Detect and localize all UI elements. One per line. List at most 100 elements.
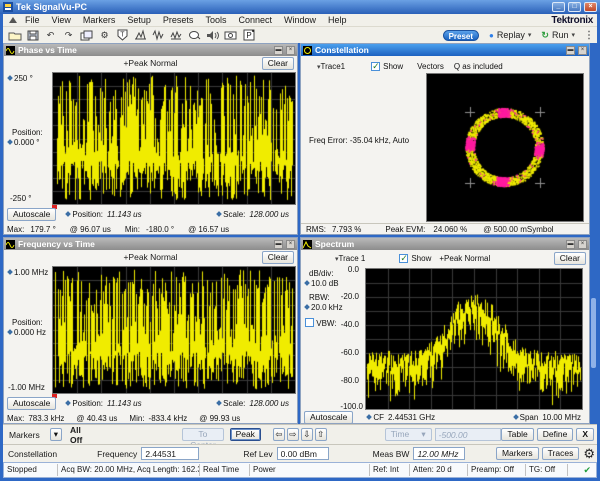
marker-preset-icon[interactable]: P xyxy=(240,28,257,42)
next-peak-right-button[interactable]: ⇨ xyxy=(287,428,299,441)
marker-position-input[interactable]: -500.00 mSymbol xyxy=(435,428,502,441)
traces-panel-button[interactable]: Traces xyxy=(542,447,580,460)
constellation-plot[interactable] xyxy=(426,73,584,222)
phase-autoscale-button[interactable]: Autoscale xyxy=(7,208,56,221)
frequency-autoscale-button[interactable]: Autoscale xyxy=(7,397,56,410)
spectrum-show-checkbox[interactable] xyxy=(399,254,408,263)
table-button[interactable]: Table xyxy=(501,428,533,441)
replay-dropdown-icon[interactable]: ▾ xyxy=(528,31,532,39)
system-menu-icon[interactable] xyxy=(9,17,17,23)
rms-label: RMS: xyxy=(306,225,326,234)
run-dropdown-icon[interactable]: ▾ xyxy=(571,31,575,39)
toolbar: ↶ ↷ ⚙ T P Preset ● Replay ▾ ↻ Run ▾ ⋮ xyxy=(3,27,597,43)
meas-bw-input[interactable]: 12.00 MHz xyxy=(413,447,465,460)
audio-icon[interactable] xyxy=(204,28,221,42)
spectrum-plot[interactable] xyxy=(365,268,583,410)
constellation-vectors-label[interactable]: Vectors xyxy=(417,62,444,71)
spectrum-header: ▾ Trace 1 Show +Peak Normal Clear xyxy=(301,252,589,265)
spectrum-cf-value[interactable]: 2.44531 GHz xyxy=(388,413,435,422)
spectrum-autoscale-button[interactable]: Autoscale xyxy=(304,411,353,424)
menu-connect[interactable]: Connect xyxy=(232,15,278,25)
frequency-panel-titlebar[interactable]: Frequency vs Time ▬ × xyxy=(4,238,297,250)
menu-window[interactable]: Window xyxy=(278,15,322,25)
settings-gear-icon-bottom[interactable]: ⚙ xyxy=(583,447,595,460)
trigger-icon[interactable]: T xyxy=(114,28,131,42)
frequency-input[interactable]: 2.44531 GHz xyxy=(141,447,199,460)
scrollbar-thumb[interactable] xyxy=(591,298,596,368)
replay-control[interactable]: ● Replay ▾ xyxy=(489,30,531,40)
prev-peak-left-button[interactable]: ⇦ xyxy=(273,428,285,441)
phase-clear-button[interactable]: Clear xyxy=(262,57,294,70)
markers-dropdown-icon[interactable]: ▾ xyxy=(50,428,62,441)
open-file-icon[interactable] xyxy=(6,28,23,42)
constellation-close-icon[interactable]: × xyxy=(578,46,587,55)
ref-lev-input[interactable]: 0.00 dBm xyxy=(277,447,329,460)
phase-ymax-marker-icon xyxy=(7,75,13,81)
settings-gear-icon[interactable]: ⚙ xyxy=(96,28,113,42)
markers-panel-button[interactable]: Markers xyxy=(496,447,539,460)
frequency-minimize-icon[interactable]: ▬ xyxy=(274,240,283,249)
spectrum-clear-button[interactable]: Clear xyxy=(554,252,586,265)
frequency-pos-value[interactable]: 11.143 us xyxy=(107,399,142,408)
undo-icon[interactable]: ↶ xyxy=(42,28,59,42)
run-control[interactable]: ↻ Run ▾ xyxy=(541,30,575,41)
spectrum-span-value[interactable]: 10.00 MHz xyxy=(542,413,581,422)
phase-minimize-icon[interactable]: ▬ xyxy=(274,46,283,55)
menu-markers[interactable]: Markers xyxy=(77,15,122,25)
toolbar-overflow-icon[interactable]: ⋮ xyxy=(584,30,594,41)
peak-button[interactable]: Peak xyxy=(230,428,261,441)
next-peak-down-button[interactable]: ⇩ xyxy=(301,428,313,441)
spectrum-vbw-checkbox[interactable] xyxy=(305,318,314,327)
phase-pos-value[interactable]: 11.143 us xyxy=(107,210,142,219)
phase-close-icon[interactable]: × xyxy=(286,46,295,55)
frequency-plot[interactable] xyxy=(52,266,296,394)
spectrum-dbdiv-value[interactable]: 10.0 dB xyxy=(305,279,339,288)
settings-bar: Constellation Frequency 2.44531 GHz Ref … xyxy=(3,444,597,462)
phase-plot[interactable] xyxy=(52,72,296,205)
maximize-button[interactable]: □ xyxy=(568,2,581,12)
displays-icon[interactable] xyxy=(78,28,95,42)
analysis-waveform-icon[interactable] xyxy=(168,28,185,42)
spectrum-analyzer-icon[interactable] xyxy=(132,28,149,42)
menu-setup[interactable]: Setup xyxy=(121,15,157,25)
next-peak-up-button[interactable]: ⇧ xyxy=(315,428,327,441)
marker-domain-select[interactable]: Time ▾ xyxy=(385,428,432,441)
constellation-footer: RMS: 7.793 % Peak EVM: 24.060 % @ 500.00… xyxy=(301,223,589,235)
spectrum-vbw-control[interactable]: VBW: xyxy=(305,318,337,328)
spectrum-panel-titlebar[interactable]: Spectrum ▬ × xyxy=(301,238,589,250)
acquire-icon[interactable] xyxy=(186,28,203,42)
phase-scale-value[interactable]: 128.000 us xyxy=(249,210,289,219)
spectrum-rbw-value[interactable]: 20.0 kHz xyxy=(305,303,343,312)
phase-panel-titlebar[interactable]: Phase vs Time ▬ × xyxy=(4,44,297,56)
constellation-trace-label[interactable]: Trace1 xyxy=(321,62,346,71)
constellation-qmode-label[interactable]: Q as included xyxy=(454,62,503,71)
frequency-clear-button[interactable]: Clear xyxy=(262,251,294,264)
camera-icon[interactable] xyxy=(222,28,239,42)
minimize-button[interactable]: _ xyxy=(552,2,565,12)
menu-file[interactable]: File xyxy=(19,15,46,25)
preset-button[interactable]: Preset xyxy=(443,30,479,41)
close-button[interactable]: × xyxy=(584,2,597,12)
frequency-close-icon[interactable]: × xyxy=(286,240,295,249)
markers-all-off-label[interactable]: All Off xyxy=(70,425,90,445)
define-button[interactable]: Define xyxy=(537,428,574,441)
spectrum-ytick-0: 0.0 xyxy=(348,265,359,274)
constellation-panel-titlebar[interactable]: Constellation ▬ × xyxy=(301,44,589,56)
menu-help[interactable]: Help xyxy=(322,15,353,25)
constellation-minimize-icon[interactable]: ▬ xyxy=(566,46,575,55)
menu-view[interactable]: View xyxy=(46,15,77,25)
markers-close-button[interactable]: X xyxy=(576,428,594,441)
redo-icon[interactable]: ↷ xyxy=(60,28,77,42)
frequency-scale-marker-icon xyxy=(216,400,222,406)
time-waveform-icon[interactable] xyxy=(150,28,167,42)
spectrum-trace-label[interactable]: Trace 1 xyxy=(339,254,366,263)
save-icon[interactable] xyxy=(24,28,41,42)
phase-min-at: @ 16.57 us xyxy=(188,225,229,234)
frequency-scale-value[interactable]: 128.000 us xyxy=(249,399,289,408)
spectrum-minimize-icon[interactable]: ▬ xyxy=(566,240,575,249)
constellation-show-checkbox[interactable] xyxy=(371,62,380,71)
to-center-button[interactable]: To Center xyxy=(182,428,223,441)
spectrum-close-icon[interactable]: × xyxy=(578,240,587,249)
menu-tools[interactable]: Tools xyxy=(199,15,232,25)
menu-presets[interactable]: Presets xyxy=(157,15,200,25)
